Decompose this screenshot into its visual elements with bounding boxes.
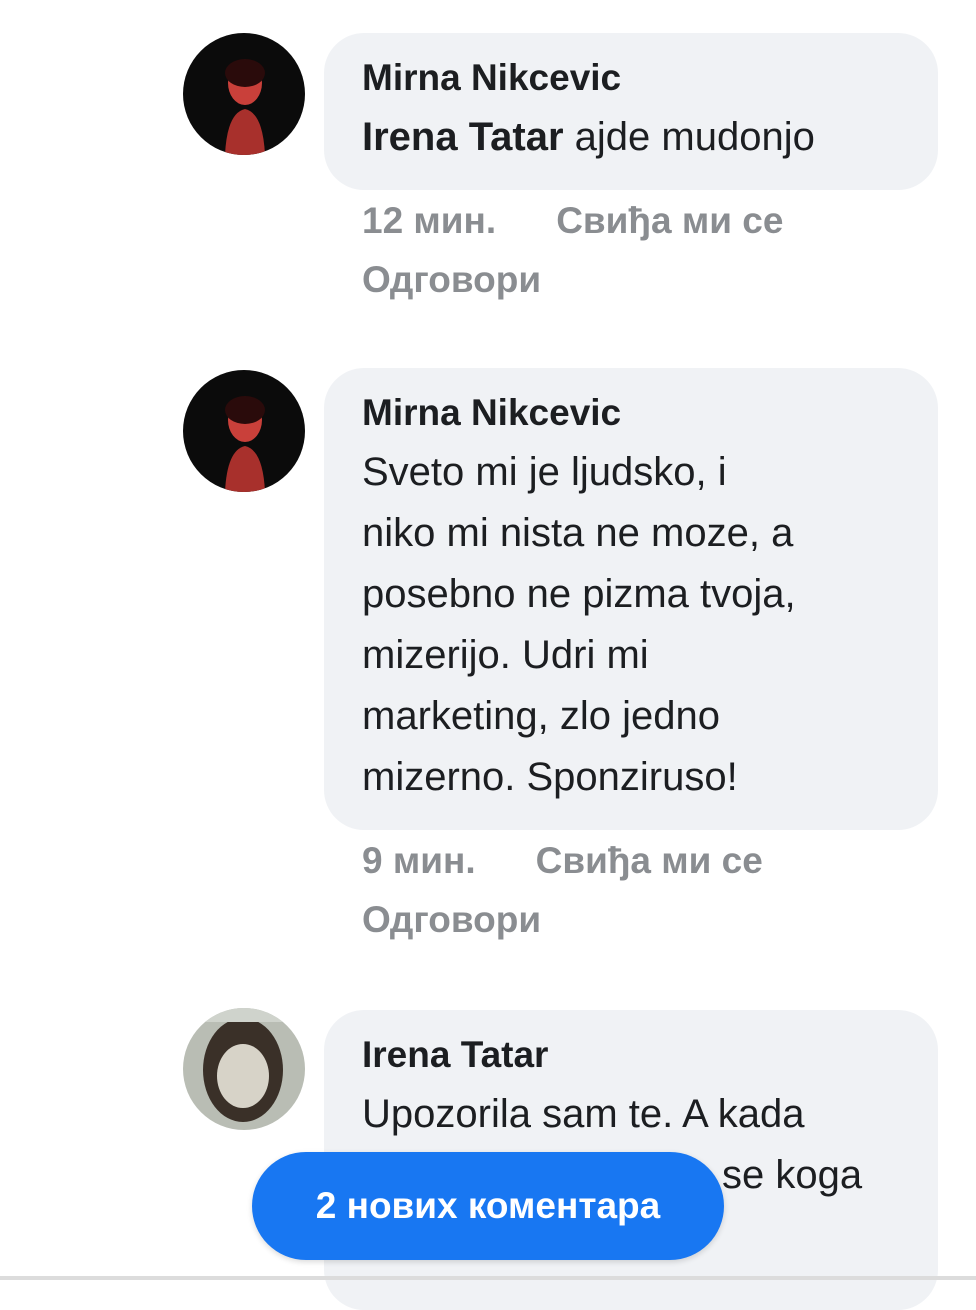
comment-meta: 12 мин. Свиђа ми се Одговори — [362, 191, 783, 309]
avatar[interactable] — [183, 1008, 305, 1130]
comment-bubble: Mirna Nikcevic Irena Tatar ajde mudonjo — [324, 33, 938, 190]
comment-author[interactable]: Irena Tatar — [362, 1032, 900, 1078]
comment-body: ajde mudonjo — [563, 115, 815, 159]
comment-line: niko mi nista ne moze, a — [362, 511, 794, 555]
comment-author[interactable]: Mirna Nikcevic — [362, 55, 900, 101]
comment-meta: 9 мин. Свиђа ми се Одговори — [362, 831, 763, 949]
reply-button[interactable]: Одговори — [362, 890, 541, 949]
comment-line: posebno ne pizma tvoja, — [362, 572, 796, 616]
comment-line: Upozorila sam te. A kada — [362, 1092, 805, 1136]
comment-time[interactable]: 9 мин. — [362, 831, 476, 890]
mention-link[interactable]: Irena Tatar — [362, 115, 564, 159]
comment-bubble: Mirna Nikcevic Sveto mi je ljudsko, i ni… — [324, 368, 938, 830]
like-button[interactable]: Свиђа ми се — [536, 831, 763, 890]
new-comments-button[interactable]: 2 нових коментара — [252, 1152, 724, 1260]
comment-text: Sveto mi je ljudsko, i niko mi nista ne … — [362, 442, 900, 808]
divider — [0, 1276, 976, 1280]
comment-line: mizerno. Sponziruso! — [362, 755, 738, 799]
comment-text: Irena Tatar ajde mudonjo — [362, 107, 900, 168]
comment-author[interactable]: Mirna Nikcevic — [362, 390, 900, 436]
comment-line: mizerijo. Udri mi — [362, 633, 649, 677]
comment-time[interactable]: 12 мин. — [362, 191, 496, 250]
comment-line: Sveto mi je ljudsko, i — [362, 450, 727, 494]
like-button[interactable]: Свиђа ми се — [556, 191, 783, 250]
avatar[interactable] — [183, 33, 305, 155]
comment-line: marketing, zlo jedno — [362, 694, 720, 738]
reply-button[interactable]: Одговори — [362, 250, 541, 309]
avatar[interactable] — [183, 370, 305, 492]
